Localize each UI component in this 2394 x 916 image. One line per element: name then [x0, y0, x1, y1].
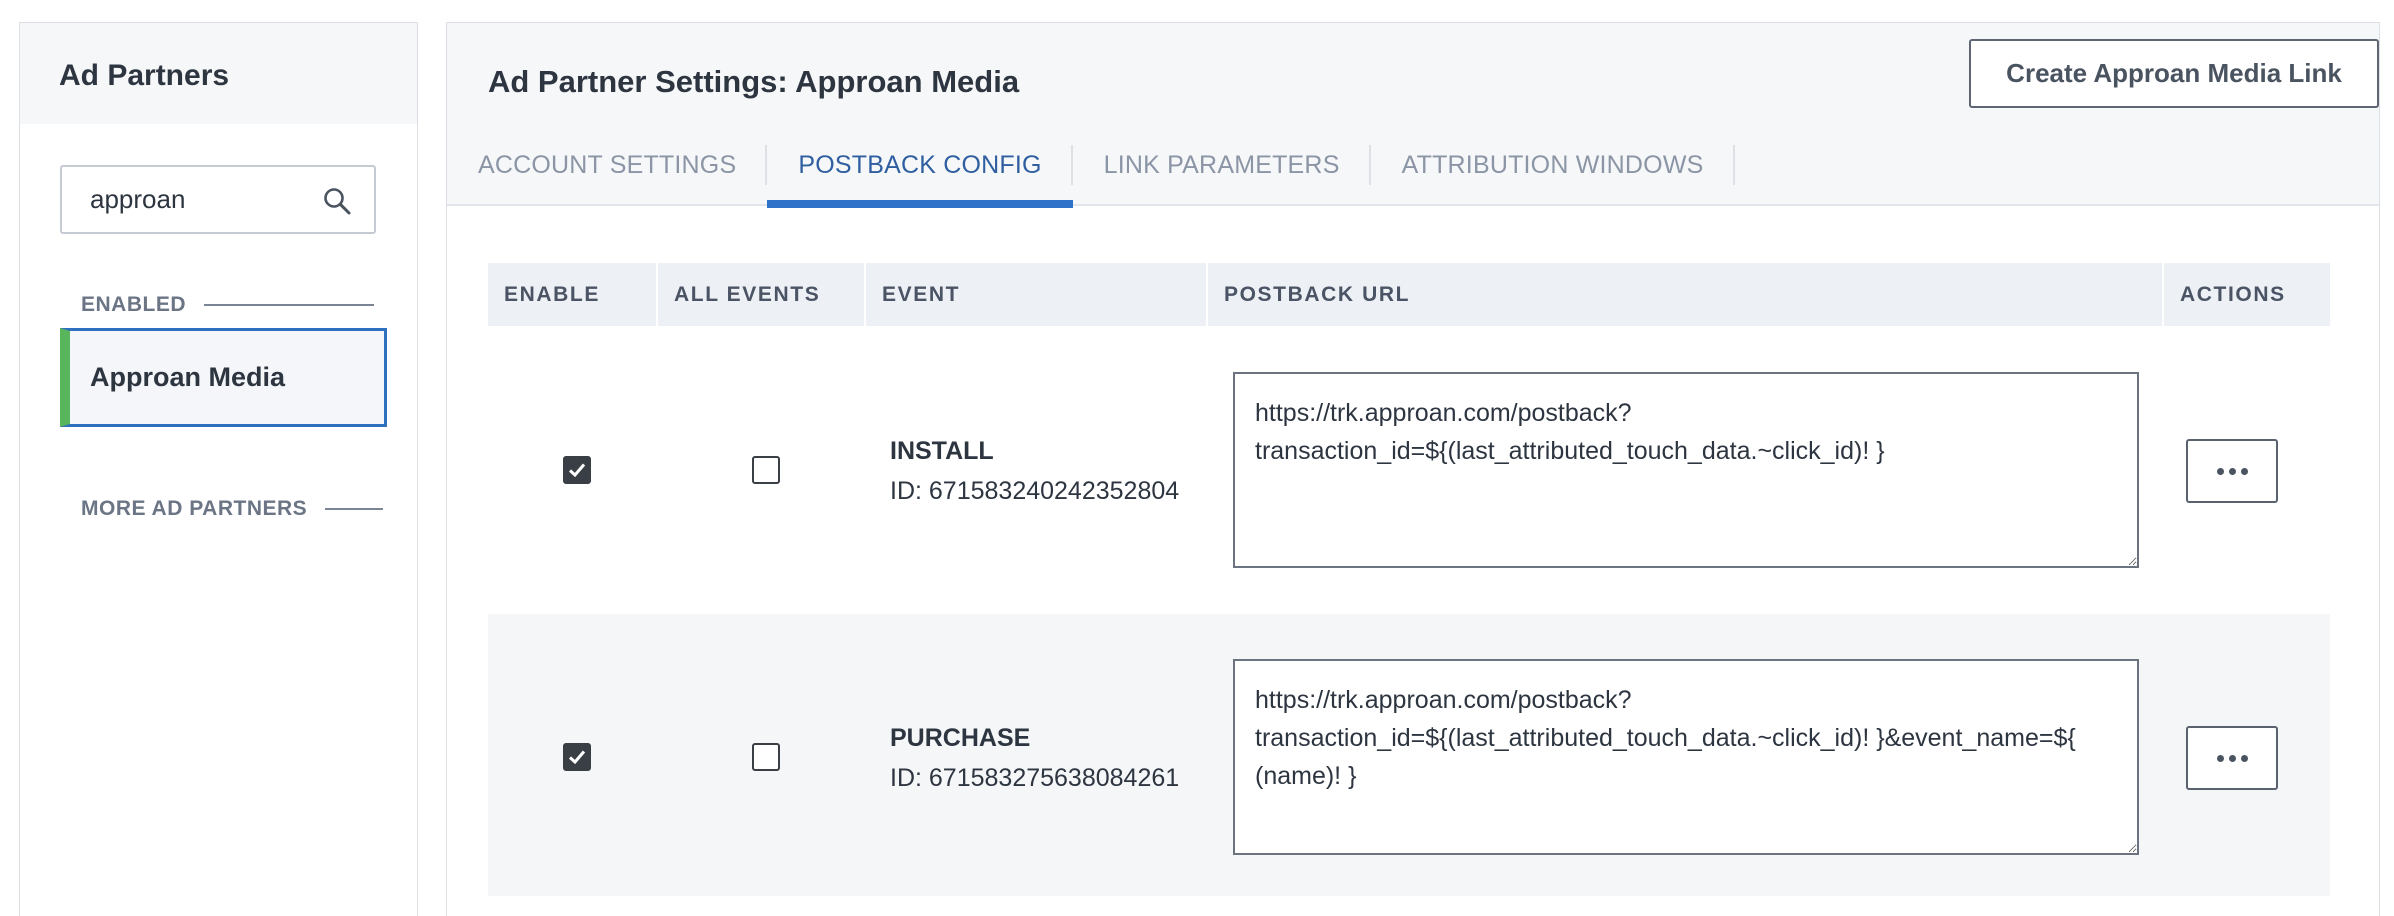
settings-tabs: ACCOUNT SETTINGS POSTBACK CONFIG LINK PA… — [447, 125, 2379, 208]
tab-account-settings[interactable]: ACCOUNT SETTINGS — [447, 125, 768, 206]
settings-header: Ad Partner Settings: Approan Media Creat… — [447, 23, 2379, 125]
enabled-label-text: ENABLED — [81, 293, 187, 316]
more-partners-label-text: MORE AD PARTNERS — [81, 497, 308, 520]
tab-attribution-windows[interactable]: ATTRIBUTION WINDOWS — [1371, 125, 1735, 206]
tab-label: ACCOUNT SETTINGS — [478, 151, 737, 179]
checkmark-icon — [568, 750, 586, 765]
page-title: Ad Partner Settings: Approan Media — [488, 64, 1020, 99]
column-header-actions: ACTIONS — [2180, 282, 2286, 306]
ad-partners-panel: Ad Partners ENABLED Approan Media MORE A… — [19, 22, 418, 916]
all-events-checkbox[interactable] — [752, 456, 780, 484]
enable-checkbox[interactable] — [563, 456, 591, 484]
enable-checkbox[interactable] — [563, 743, 591, 771]
postback-table-header: ENABLE ALL EVENTS EVENT POSTBACK URL ACT… — [488, 263, 2330, 326]
row-actions-button[interactable] — [2186, 726, 2278, 790]
column-header-event: EVENT — [866, 263, 1208, 326]
section-divider — [204, 304, 375, 306]
search-icon[interactable] — [322, 186, 352, 216]
tab-label: ATTRIBUTION WINDOWS — [1401, 151, 1704, 179]
more-icon — [2216, 467, 2248, 475]
tab-label: LINK PARAMETERS — [1103, 151, 1340, 179]
all-events-checkbox[interactable] — [752, 743, 780, 771]
event-name: PURCHASE — [890, 724, 1031, 752]
enabled-section-label: ENABLED — [81, 293, 375, 317]
section-divider — [325, 508, 384, 510]
partner-item-approan-media[interactable]: Approan Media — [60, 328, 387, 427]
tab-label: POSTBACK CONFIG — [798, 151, 1042, 179]
more-partners-section-label: MORE AD PARTNERS — [81, 497, 384, 521]
postback-url-field[interactable]: https://trk.approan.com/postback?transac… — [1233, 659, 2139, 855]
column-header-all-events: ALL EVENTS — [658, 263, 866, 326]
partner-item-label: Approan Media — [90, 362, 286, 392]
tab-link-parameters[interactable]: LINK PARAMETERS — [1073, 125, 1371, 206]
table-row: PURCHASE ID: 671583275638084261 https://… — [488, 614, 2330, 896]
column-header-postback-url: POSTBACK URL — [1208, 263, 2164, 326]
active-tab-indicator — [767, 200, 1073, 208]
partner-settings-panel: Ad Partner Settings: Approan Media Creat… — [446, 22, 2380, 916]
table-row: INSTALL ID: 671583240242352804 https://t… — [488, 326, 2330, 608]
checkmark-icon — [568, 463, 586, 478]
tab-postback-config[interactable]: POSTBACK CONFIG — [767, 125, 1073, 208]
event-id: ID: 671583275638084261 — [890, 764, 1180, 792]
postback-url-field[interactable]: https://trk.approan.com/postback?transac… — [1233, 372, 2139, 568]
column-header-enable: ENABLE — [488, 263, 658, 326]
partner-search-input[interactable] — [62, 167, 312, 232]
event-name: INSTALL — [890, 437, 994, 465]
create-link-button[interactable]: Create Approan Media Link — [1969, 39, 2379, 108]
ad-partners-header: Ad Partners — [20, 23, 417, 124]
row-actions-button[interactable] — [2186, 439, 2278, 503]
event-id: ID: 671583240242352804 — [890, 477, 1180, 505]
more-icon — [2216, 754, 2248, 762]
partner-search-box[interactable] — [60, 165, 376, 234]
ad-partners-title: Ad Partners — [59, 59, 230, 92]
